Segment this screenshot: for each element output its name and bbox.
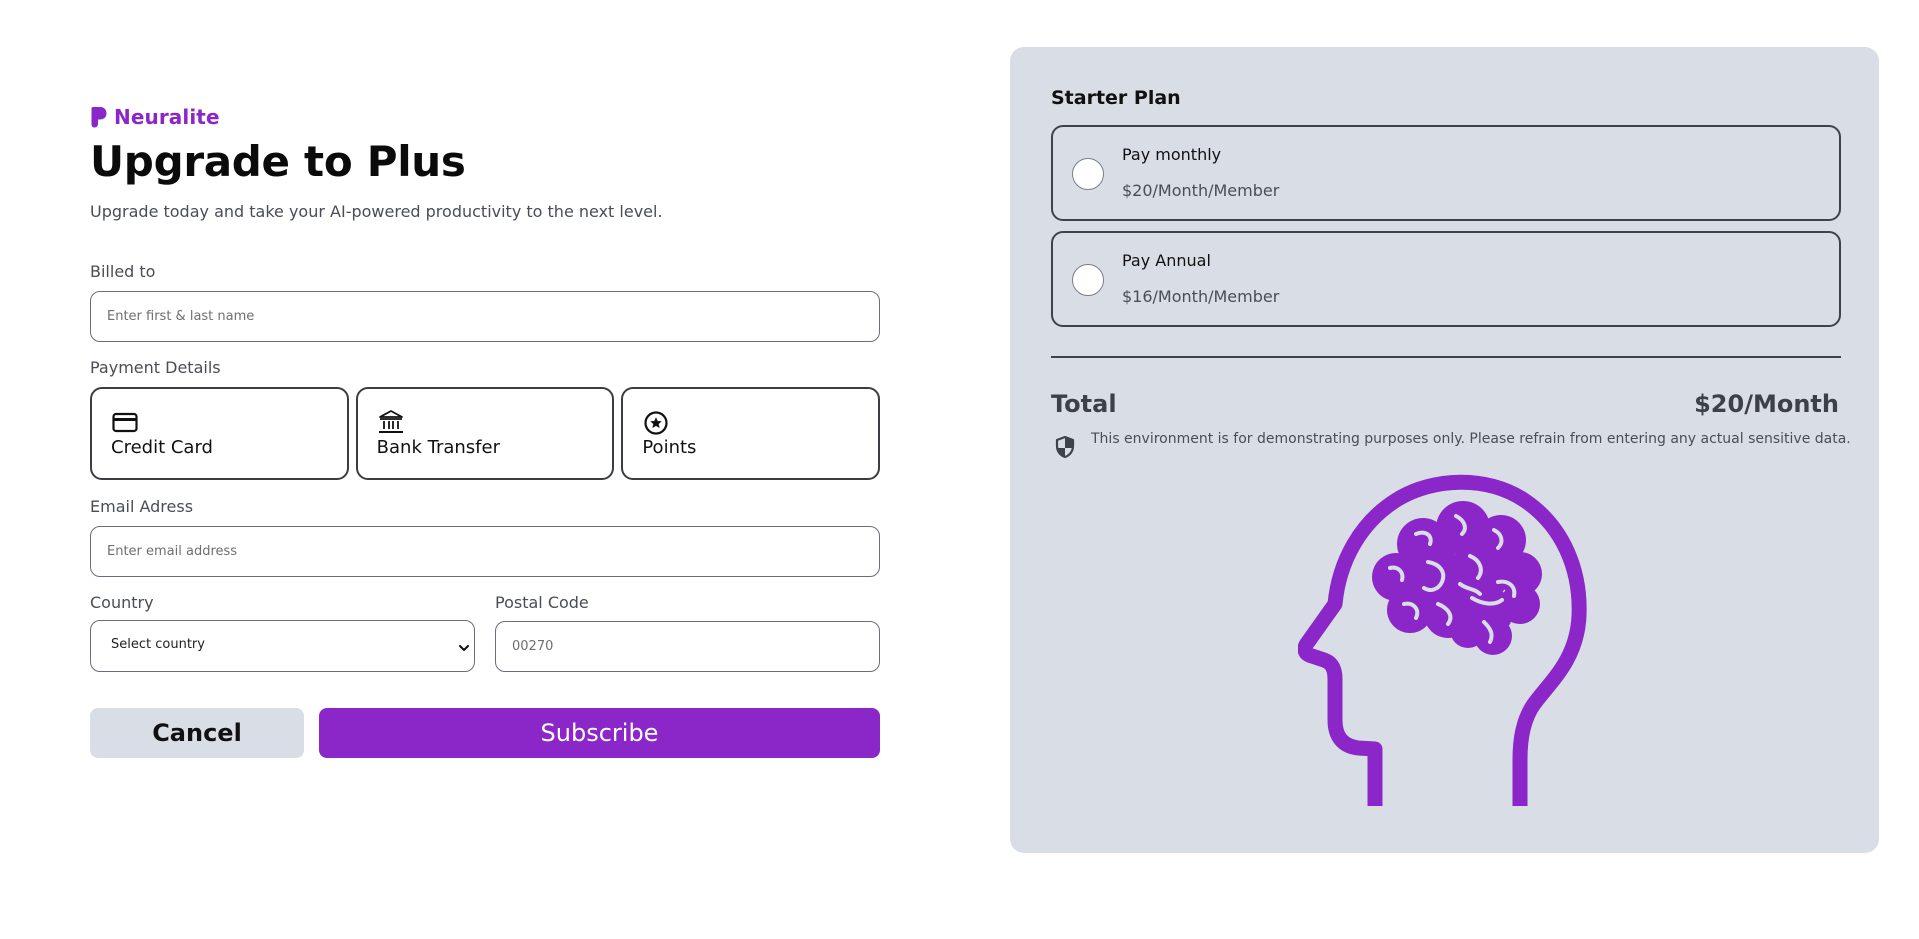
head-brain-icon (1297, 464, 1608, 818)
billed-to-label: Billed to (90, 262, 156, 281)
disclaimer-text: This environment is for demonstrating pu… (1091, 431, 1851, 447)
plan-option-annual[interactable]: Pay Annual $16/Month/Member (1051, 231, 1841, 327)
cancel-button[interactable]: Cancel (90, 708, 304, 758)
payment-method-label: Bank Transfer (376, 437, 500, 458)
chevron-down-icon (458, 639, 470, 658)
plan-option-price: $20/Month/Member (1122, 181, 1280, 200)
plan-monthly-radio[interactable] (1072, 158, 1104, 190)
payment-method-label: Credit Card (111, 437, 213, 458)
plan-summary-panel: Starter Plan Pay monthly $20/Month/Membe… (1010, 47, 1879, 853)
country-select-value: Select country (111, 637, 205, 652)
payment-method-label: Points (642, 437, 697, 458)
credit-card-icon (111, 409, 139, 435)
email-input[interactable] (90, 526, 880, 577)
star-circle-icon (642, 409, 670, 435)
bank-icon (377, 409, 405, 435)
postal-code-input[interactable] (495, 621, 880, 672)
country-field: Country Select country (90, 593, 475, 672)
plan-option-monthly[interactable]: Pay monthly $20/Month/Member (1051, 125, 1841, 221)
form-actions: Cancel Subscribe (90, 708, 880, 758)
payment-method-bank-transfer[interactable]: Bank Transfer (355, 387, 615, 480)
checkout-page: Neuralite Upgrade to Plus Upgrade today … (0, 0, 1919, 939)
page-title: Upgrade to Plus (90, 137, 466, 186)
plan-annual-radio[interactable] (1072, 264, 1104, 296)
shield-icon (1054, 435, 1076, 463)
postal-field: Postal Code (495, 593, 880, 672)
plan-title: Starter Plan (1051, 87, 1181, 109)
plan-option-name: Pay Annual (1122, 251, 1211, 270)
billed-to-input[interactable] (90, 291, 880, 342)
summary-divider (1051, 356, 1841, 358)
payment-details-label: Payment Details (90, 358, 221, 377)
country-select[interactable]: Select country (90, 620, 475, 672)
payment-method-points[interactable]: Points (621, 387, 881, 480)
page-subtitle: Upgrade today and take your AI-powered p… (90, 202, 663, 221)
payment-method-credit-card[interactable]: Credit Card (90, 387, 349, 480)
brand: Neuralite (90, 104, 880, 130)
total-value: $20/Month (1694, 390, 1839, 418)
email-label: Email Adress (90, 497, 194, 516)
checkout-form: Neuralite Upgrade to Plus Upgrade today … (90, 104, 881, 758)
subscribe-button[interactable]: Subscribe (319, 708, 880, 758)
brand-name: Neuralite (114, 105, 220, 129)
postal-code-label: Postal Code (495, 593, 589, 612)
country-label: Country (90, 593, 154, 612)
brand-logo-icon (90, 105, 108, 129)
plan-option-name: Pay monthly (1122, 145, 1222, 164)
payment-methods: Credit Card Bank Transfer Points (90, 387, 881, 480)
country-postal-row: Country Select country Postal Code (90, 593, 880, 672)
total-label: Total (1051, 390, 1117, 418)
plan-option-price: $16/Month/Member (1122, 287, 1280, 306)
